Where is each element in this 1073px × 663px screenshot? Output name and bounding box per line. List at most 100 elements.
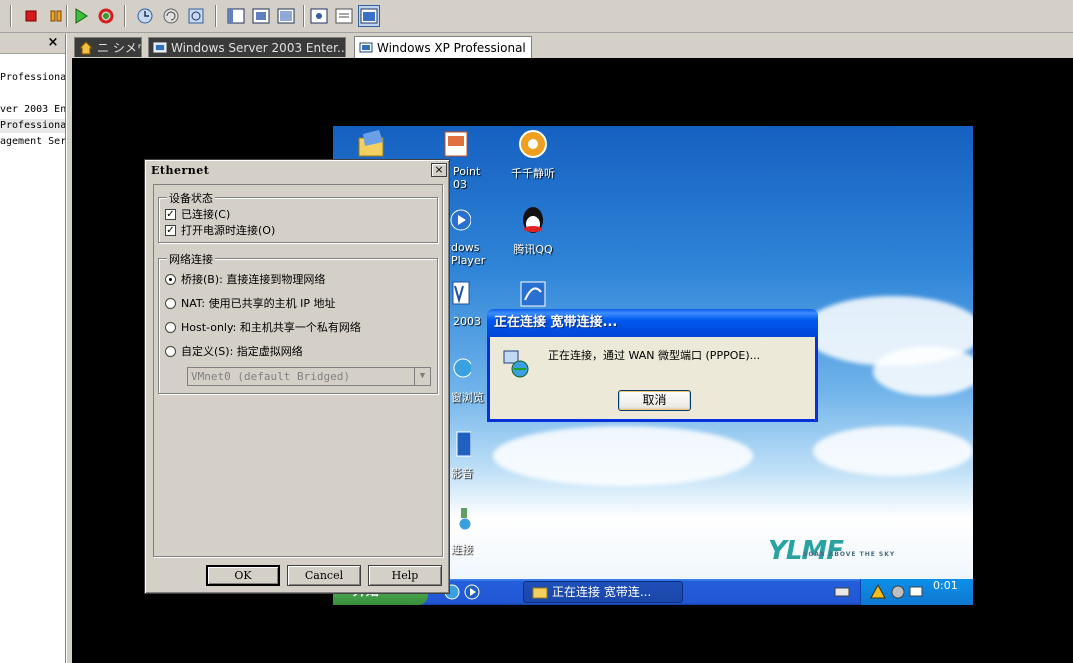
console-view-button[interactable] xyxy=(308,5,330,27)
powerpoint-icon xyxy=(444,131,468,157)
network-warning-icon[interactable] xyxy=(869,583,887,601)
cloud xyxy=(873,346,973,396)
play-icon xyxy=(75,8,88,24)
unity-button[interactable] xyxy=(358,5,380,27)
host-only-radio[interactable]: Host-only: 和主机共享一个私有网络 xyxy=(165,319,361,335)
vm-icon xyxy=(359,42,373,52)
tab-windows-xp-professional[interactable]: Windows XP Professional xyxy=(354,36,532,58)
cloud xyxy=(813,426,973,476)
connecting-dialog-message: 正在连接，通过 WAN 微型端口 (PPPOE)... xyxy=(548,349,761,362)
home-icon xyxy=(79,40,93,54)
volume-icon[interactable] xyxy=(889,583,907,601)
tab-windows-server-2003[interactable]: Windows Server 2003 Enter... xyxy=(148,37,346,57)
connected-checkbox[interactable]: ✓ 已连接(C) xyxy=(165,206,230,222)
connect-at-power-on-checkbox[interactable]: ✓ 打开电源时连接(O) xyxy=(165,222,275,238)
connecting-dialog-title: 正在连接 宽带连接... xyxy=(487,309,818,337)
bridged-label: 桥接(B): 直接连接到物理网络 xyxy=(181,273,326,286)
dialup-connection-icon xyxy=(503,350,529,378)
sidebar-toggle-button[interactable] xyxy=(225,5,247,27)
cloud xyxy=(493,426,753,486)
tab-server-label: Windows Server 2003 Enter... xyxy=(171,40,346,55)
desktop-icon-label: 腾讯QQ xyxy=(513,243,553,256)
ethernet-settings-dialog: Ethernet × 设备状态 ✓ 已连接(C) ✓ 打开电源时连接(O) 网络… xyxy=(144,159,450,594)
sidebar-toggle-icon xyxy=(227,8,245,24)
toolbar-separator xyxy=(10,5,12,27)
network-connection-group: 网络连接 桥接(B): 直接连接到物理网络 NAT: 使用已共享的主机 IP 地… xyxy=(158,251,438,394)
nat-label: NAT: 使用已共享的主机 IP 地址 xyxy=(181,297,336,310)
tab-home-label: ニ シメウ xyxy=(97,41,141,55)
host-only-label: Host-only: 和主机共享一个私有网络 xyxy=(181,321,361,334)
device-status-label: 设备状态 xyxy=(167,190,215,206)
connect-at-power-on-label: 打开电源时连接(O) xyxy=(181,224,276,237)
checkbox-checked-icon: ✓ xyxy=(165,224,176,236)
connecting-cancel-button[interactable]: 取消 xyxy=(618,390,691,411)
toolbar-separator xyxy=(303,5,305,27)
connecting-dialog: 正在连接 宽带连接... 正在连接，通过 WAN 微型端口 (PPPOE)...… xyxy=(487,309,818,422)
summary-view-button[interactable] xyxy=(333,5,355,27)
checkbox-checked-icon: ✓ xyxy=(165,208,176,220)
quick-switch-button[interactable] xyxy=(275,5,297,27)
custom-radio[interactable]: 自定义(S): 指定虚拟网络 xyxy=(165,343,303,359)
sidebar-close-icon[interactable]: × xyxy=(46,36,60,50)
radio-selected-icon xyxy=(165,273,176,285)
revert-snapshot-button[interactable] xyxy=(160,5,182,27)
unity-icon xyxy=(360,8,378,24)
toolbar-separator xyxy=(66,5,68,27)
quick-launch-media-icon[interactable] xyxy=(463,583,481,601)
network-connection-label: 网络连接 xyxy=(167,251,215,267)
close-icon[interactable]: × xyxy=(431,163,447,177)
qq-icon xyxy=(523,207,543,233)
desktop-icon-label: 千千静听 xyxy=(511,167,555,180)
ethernet-dialog-title: Ethernet xyxy=(147,162,447,180)
taskbar-task-connecting[interactable]: 正在连接 宽带连... xyxy=(523,581,683,603)
radio-icon xyxy=(165,297,176,309)
keyboard-icon[interactable] xyxy=(833,583,851,601)
toolbar-separator xyxy=(124,5,126,27)
toolbar-separator xyxy=(215,5,217,27)
custom-network-select[interactable]: VMnet0 (default Bridged) ▼ xyxy=(187,367,431,386)
vmware-toolbar xyxy=(0,0,1073,33)
desktop-icon-qq[interactable]: 腾讯QQ xyxy=(503,204,563,257)
connected-label: 已连接(C) xyxy=(181,208,231,221)
custom-label: 自定义(S): 指定虚拟网络 xyxy=(181,345,303,358)
snapshot-icon xyxy=(137,8,153,24)
nat-radio[interactable]: NAT: 使用已共享的主机 IP 地址 xyxy=(165,295,335,311)
sidebar-item-professional[interactable]: Professional xyxy=(0,119,65,133)
reset-icon xyxy=(98,8,114,24)
chevron-down-icon: ▼ xyxy=(414,368,430,385)
pause-button[interactable] xyxy=(45,5,67,27)
radio-icon xyxy=(165,321,176,333)
snapshot-manager-icon xyxy=(188,8,204,24)
take-snapshot-button[interactable] xyxy=(134,5,156,27)
vm-icon xyxy=(153,42,167,52)
folder-icon xyxy=(532,587,548,599)
cancel-button[interactable]: Cancel xyxy=(287,565,361,586)
sidebar-item-xp[interactable]: Professiona xyxy=(0,71,65,85)
stop-button[interactable] xyxy=(20,5,42,27)
console-view-icon xyxy=(310,8,328,24)
snapshot-manager-button[interactable] xyxy=(185,5,207,27)
ttplayer-icon xyxy=(519,130,547,158)
folder-mail-icon xyxy=(358,130,384,157)
stop-icon xyxy=(25,10,37,22)
revert-snapshot-icon xyxy=(163,8,179,24)
help-button[interactable]: Help xyxy=(368,565,442,586)
network-app-icon xyxy=(520,281,546,307)
tab-xp-label: Windows XP Professional xyxy=(377,40,526,55)
sidebar-item-management-server[interactable]: agement Serv xyxy=(0,135,65,149)
quick-switch-icon xyxy=(277,8,295,24)
tab-home[interactable]: ニ シメウ xyxy=(74,37,142,57)
desktop-icon-ttplayer[interactable]: 千千静听 xyxy=(503,128,563,181)
radio-icon xyxy=(165,345,176,357)
ok-button[interactable]: OK xyxy=(206,565,280,586)
fullscreen-button[interactable] xyxy=(250,5,272,27)
sidebar-header: × xyxy=(0,34,65,54)
summary-view-icon xyxy=(335,8,353,24)
system-tray: 0:01 xyxy=(860,579,973,605)
network-status-icon[interactable] xyxy=(907,583,925,601)
bridged-radio[interactable]: 桥接(B): 直接连接到物理网络 xyxy=(165,271,325,287)
reset-button[interactable] xyxy=(95,5,117,27)
sidebar-item-server-2003[interactable]: ver 2003 Ent xyxy=(0,103,65,117)
fullscreen-icon xyxy=(252,8,270,24)
play-button[interactable] xyxy=(70,5,92,27)
